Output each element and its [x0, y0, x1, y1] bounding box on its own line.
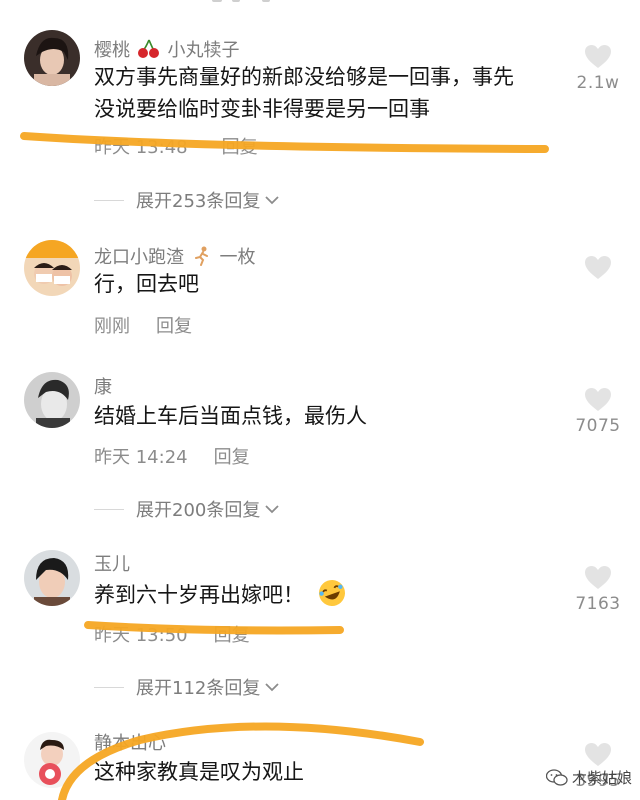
divider	[94, 199, 124, 201]
comment-text-line: 没说要给临时变卦非得要是另一回事	[94, 97, 430, 121]
comment-text: 结婚上车后当面点钱，最伤人	[94, 400, 564, 432]
comment-text-line: 结婚上车后当面点钱，最伤人	[94, 404, 367, 428]
comment-text-line: 这种家教真是叹为观止	[94, 760, 304, 784]
author-name[interactable]: 樱桃	[94, 40, 130, 61]
comment-text: 行，回去吧	[94, 268, 564, 300]
expand-replies-label: 展开253条回复	[136, 191, 261, 212]
divider	[94, 508, 124, 510]
heart-icon	[585, 743, 611, 766]
reply-button[interactable]: 回复	[214, 625, 250, 646]
reply-button[interactable]: 回复	[156, 316, 192, 337]
clipped-top-content	[0, 0, 640, 14]
reply-button[interactable]: 回复	[214, 447, 250, 468]
comment-meta: 昨天 13:50 回复	[94, 621, 250, 647]
heart-icon	[585, 566, 611, 589]
author-name[interactable]: 静本出心	[94, 733, 166, 754]
comment-author[interactable]: 静本出心	[94, 729, 166, 755]
cherry-emoji-icon	[137, 39, 159, 58]
comment-author[interactable]: 玉儿	[94, 550, 130, 576]
comment-meta: 昨天 13:48 回复	[94, 133, 258, 159]
comment-author[interactable]: 樱桃 小丸犊子	[94, 36, 239, 62]
watermark-text: 木紫姑娘	[571, 769, 632, 787]
like-button[interactable]	[570, 255, 626, 280]
like-count: 7163	[575, 594, 621, 614]
like-button[interactable]: 2.1w	[570, 44, 626, 93]
heart-icon	[585, 388, 611, 411]
like-count: 2.1w	[576, 73, 620, 93]
author-name[interactable]: 康	[94, 377, 112, 398]
chevron-down-icon	[265, 505, 279, 514]
expand-replies-label: 展开112条回复	[136, 678, 261, 699]
heart-icon	[585, 256, 611, 279]
runner-emoji-icon	[194, 246, 208, 266]
comment-text-line: 养到六十岁再出嫁吧！	[94, 583, 304, 607]
comment-meta: 昨天 14:24 回复	[94, 443, 250, 469]
author-suffix: 小丸犊子	[167, 40, 240, 61]
author-name[interactable]: 玉儿	[94, 554, 130, 575]
like-button[interactable]: 7075	[570, 387, 626, 436]
comment-text-line: 行，回去吧	[94, 272, 199, 296]
chevron-down-icon	[265, 683, 279, 692]
author-suffix: 一枚	[219, 247, 256, 268]
chevron-down-icon	[265, 196, 279, 205]
like-count: 7075	[575, 416, 621, 436]
comment-text: 养到六十岁再出嫁吧！	[94, 578, 564, 611]
wechat-icon	[545, 768, 568, 786]
comment-meta: 刚刚 回复	[94, 312, 192, 338]
reply-button[interactable]: 回复	[222, 137, 258, 158]
expand-replies-button[interactable]: 展开200条回复	[94, 494, 280, 524]
comment-text: 双方事先商量好的新郎没给够是一回事，事先 没说要给临时变卦非得要是另一回事	[94, 61, 564, 125]
watermark: 木紫姑娘	[545, 767, 632, 788]
avatar[interactable]	[24, 30, 80, 86]
comment-time: 昨天 14:24	[94, 447, 188, 468]
comment-author[interactable]: 龙口小跑渣 一枚	[94, 243, 255, 269]
heart-icon	[585, 45, 611, 68]
comment-text-line: 双方事先商量好的新郎没给够是一回事，事先	[94, 65, 514, 89]
expand-replies-button[interactable]: 展开253条回复	[94, 185, 280, 215]
expand-replies-button[interactable]: 展开112条回复	[94, 672, 280, 702]
comment-time: 昨天 13:50	[94, 625, 188, 646]
expand-replies-label: 展开200条回复	[136, 500, 261, 521]
comment-time: 刚刚	[94, 316, 130, 337]
comment-text: 这种家教真是叹为观止	[94, 756, 564, 788]
laughing-emoji-icon	[318, 580, 345, 606]
author-name[interactable]: 龙口小跑渣	[94, 247, 184, 268]
like-button[interactable]: 7163	[570, 565, 626, 614]
avatar[interactable]	[24, 550, 80, 606]
comment-time: 昨天 13:48	[94, 137, 188, 158]
comment-author[interactable]: 康	[94, 373, 112, 399]
avatar[interactable]	[24, 240, 80, 296]
divider	[94, 686, 124, 688]
avatar[interactable]	[24, 732, 80, 788]
avatar[interactable]	[24, 372, 80, 428]
